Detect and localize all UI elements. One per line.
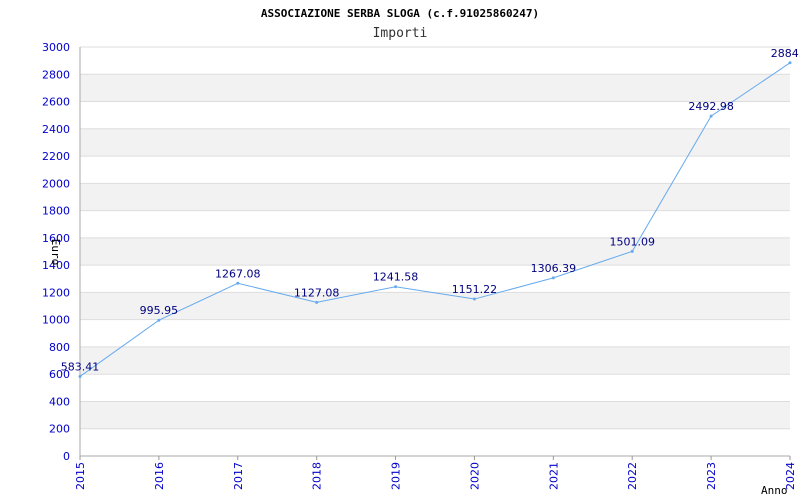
x-tick-label: 2017 <box>232 462 245 490</box>
data-label: 1127.08 <box>294 286 340 299</box>
x-tick-label: 2020 <box>468 462 481 490</box>
y-tick-label: 2400 <box>42 123 70 136</box>
data-label: 2492.98 <box>688 100 734 113</box>
y-tick-label: 0 <box>63 450 70 463</box>
y-tick-label: 200 <box>49 423 70 436</box>
grid-band <box>80 292 790 320</box>
y-tick-label: 1800 <box>42 205 70 218</box>
line-chart: 0200400600800100012001400160018002000220… <box>42 7 800 497</box>
x-tick-label: 2018 <box>311 462 324 490</box>
series-layer <box>78 61 792 378</box>
grid-band <box>80 183 790 211</box>
y-tick-label: 1000 <box>42 314 70 327</box>
grid-band <box>80 401 790 429</box>
y-tick-label: 3000 <box>42 41 70 54</box>
data-label: 1241.58 <box>373 271 419 284</box>
x-tick-label: 2015 <box>74 462 87 490</box>
grid-band <box>80 128 790 157</box>
x-axis-title: Anno <box>761 484 788 497</box>
data-point <box>788 61 792 65</box>
grid-band <box>80 237 790 266</box>
data-point <box>394 285 398 289</box>
data-point <box>709 114 713 118</box>
y-tick-label: 1200 <box>42 286 70 299</box>
data-label: 583.41 <box>61 360 100 373</box>
x-tick-label: 2019 <box>390 462 403 490</box>
data-label: 995.95 <box>140 304 179 317</box>
grid-bands <box>80 74 790 429</box>
chart-subtitle: Importi <box>373 26 428 41</box>
grid-band <box>80 346 790 375</box>
x-tick-label: 2016 <box>153 462 166 490</box>
grid-band <box>80 74 790 102</box>
y-tick-label: 2000 <box>42 177 70 190</box>
x-tick-label: 2023 <box>705 462 718 490</box>
data-label: 1501.09 <box>609 235 655 248</box>
data-point <box>157 318 161 322</box>
x-axis-ticks: 2015 2016 2017 2018 2019 2020 2021 2022 2023 2024 <box>74 456 797 490</box>
y-tick-label: 2200 <box>42 150 70 163</box>
data-label: 1267.08 <box>215 267 261 280</box>
chart-title: ASSOCIAZIONE SERBA SLOGA (c.f.9102586024… <box>261 7 539 20</box>
data-point <box>315 300 319 304</box>
y-tick-label: 2800 <box>42 68 70 81</box>
data-point <box>78 374 82 378</box>
series-line <box>79 62 791 377</box>
data-point <box>472 297 476 301</box>
x-tick-label: 2022 <box>626 462 639 490</box>
y-axis-title: Euro <box>49 239 62 266</box>
data-point <box>236 281 240 285</box>
data-label: 1151.22 <box>452 283 498 296</box>
data-label: 2884.1 <box>771 47 800 60</box>
chart-container: 0 200 400 600 800 1000 1200 1400 1600 1800 2000 220… <box>0 0 800 500</box>
y-tick-label: 2600 <box>42 96 70 109</box>
data-label: 1306.39 <box>531 262 577 275</box>
x-tick-label: 2021 <box>547 462 560 490</box>
y-tick-label: 800 <box>49 341 70 354</box>
data-point <box>551 276 555 280</box>
y-tick-label: 400 <box>49 395 70 408</box>
data-point <box>630 249 634 253</box>
